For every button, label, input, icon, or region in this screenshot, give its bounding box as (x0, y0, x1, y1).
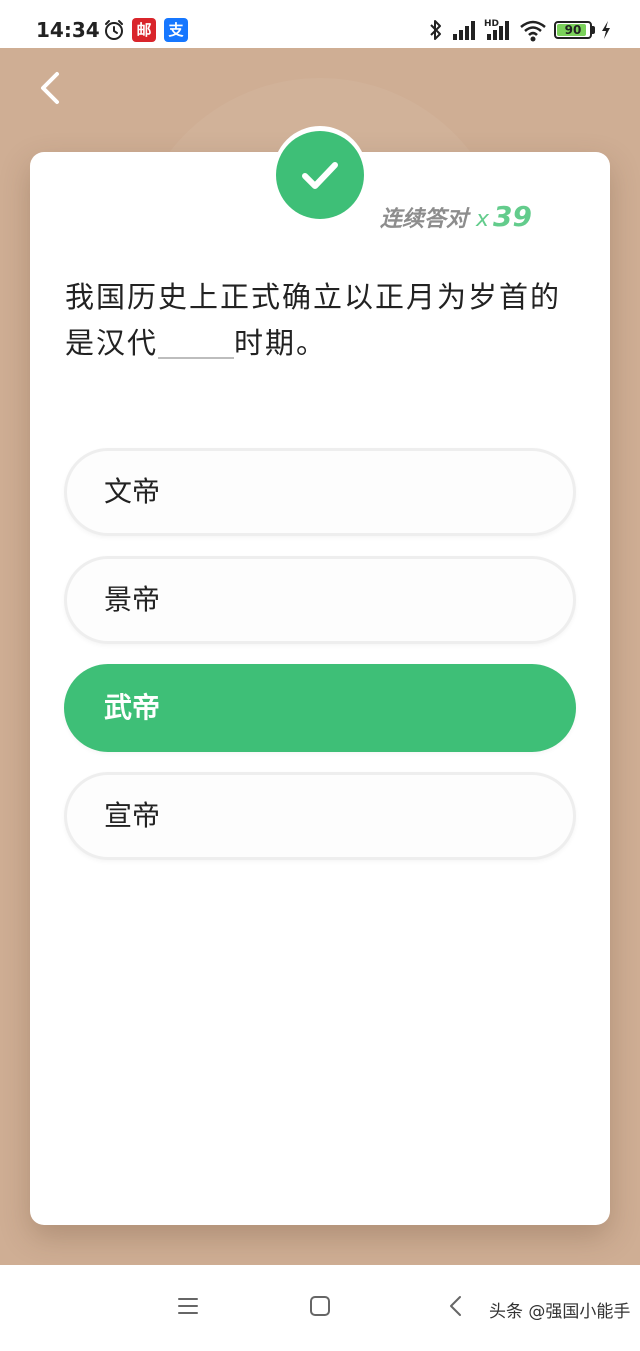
back-icon[interactable] (444, 1294, 468, 1318)
watermark: 头条 @强国小能手 (489, 1302, 631, 1322)
option-3[interactable]: 武帝 (64, 664, 576, 752)
alipay-app-icon: 支 (164, 18, 188, 42)
system-nav-bar: 头条 @强国小能手 (0, 1265, 640, 1351)
hd-label: HD (484, 19, 499, 29)
wifi-icon (520, 20, 546, 42)
home-icon[interactable] (308, 1294, 332, 1318)
answer-blank (158, 327, 235, 359)
question-text-after: 时期。 (234, 326, 328, 360)
answer-options: 文帝 景帝 武帝 宣帝 (64, 448, 576, 880)
status-time: 14:34 (36, 18, 100, 42)
option-label: 文帝 (104, 475, 161, 508)
quiz-screen: 连续答对 x 39 我国历史上正式确立以正月为岁首的是汉代 时期。 文帝 景帝 武帝 … (0, 48, 640, 1265)
question-card: 连续答对 x 39 我国历史上正式确立以正月为岁首的是汉代 时期。 文帝 景帝 武帝 … (30, 126, 610, 1225)
streak-label: 连续答对 (379, 207, 468, 232)
signal-hd-icon: HD (484, 19, 509, 40)
streak-indicator: 连续答对 x 39 (380, 200, 532, 233)
question-text: 我国历史上正式确立以正月为岁首的是汉代 时期。 (65, 274, 585, 366)
result-badge (273, 126, 367, 220)
status-bar: 14:34 邮 支 HD 90 (0, 0, 640, 48)
option-4[interactable]: 宣帝 (64, 772, 576, 860)
option-label: 宣帝 (104, 799, 161, 832)
menu-icon[interactable] (176, 1294, 200, 1318)
alarm-icon (105, 20, 123, 40)
signal-icon (453, 21, 475, 40)
check-icon (302, 162, 338, 189)
check-circle (276, 131, 364, 219)
option-label: 武帝 (104, 691, 161, 724)
bluetooth-icon (430, 20, 441, 40)
option-1[interactable]: 文帝 (64, 448, 576, 536)
chevron-left-icon[interactable] (30, 66, 70, 110)
battery-icon: 90 (554, 21, 592, 39)
battery-percent: 90 (564, 23, 582, 37)
option-2[interactable]: 景帝 (64, 556, 576, 644)
option-label: 景帝 (104, 583, 161, 616)
streak-count: 39 (493, 200, 532, 233)
charging-icon (602, 21, 610, 39)
postal-app-icon: 邮 (132, 18, 156, 42)
streak-multiplier: x (476, 207, 490, 232)
battery-tip (592, 26, 595, 34)
